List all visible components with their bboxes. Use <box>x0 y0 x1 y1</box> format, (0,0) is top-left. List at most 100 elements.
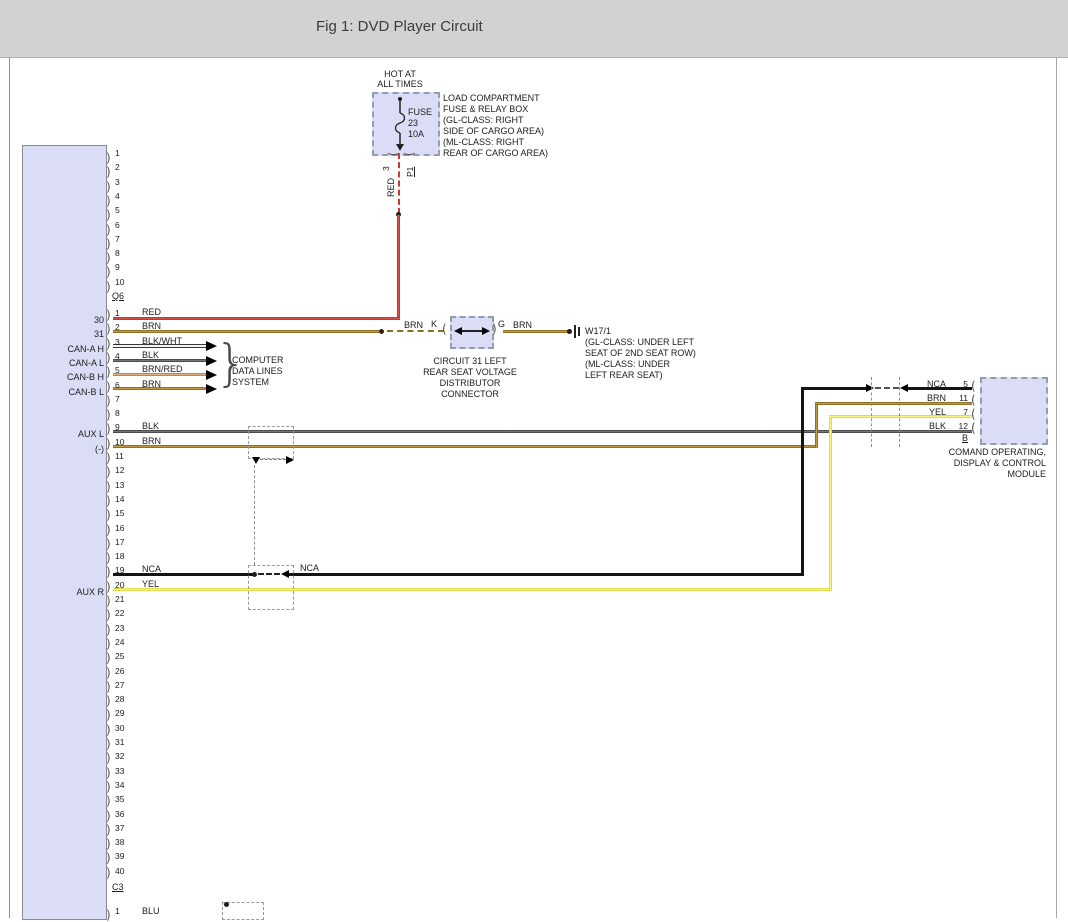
pin-number: 19 <box>115 565 124 575</box>
splice-bar <box>574 325 576 338</box>
pin-arc: ) <box>106 767 111 779</box>
page-title: Fig 1: DVD Player Circuit <box>316 18 483 35</box>
pin-arc: ) <box>106 495 111 507</box>
wire-nca-vertical <box>801 388 804 576</box>
pin-arc: ( <box>971 422 976 434</box>
wire-color-label: BRN <box>142 436 161 447</box>
distributor-pin-in: K <box>431 319 437 330</box>
pin-arc: ) <box>106 638 111 650</box>
pin-number: 1 <box>115 906 120 916</box>
splice-location-line: (ML-CLASS: UNDER <box>585 359 670 370</box>
pin-number: 4 <box>115 351 120 361</box>
shield-dash-vertical <box>254 465 255 565</box>
terminal-label: 31 <box>34 329 104 340</box>
pin-arc: ) <box>106 452 111 464</box>
wire-blk-row4 <box>113 359 206 362</box>
splice-name: W17/1 <box>585 326 611 337</box>
pin-number: 5 <box>115 205 120 215</box>
inline-connector <box>248 565 294 610</box>
terminal-label: CAN-A H <box>34 344 104 355</box>
pin-arc: ) <box>106 409 111 421</box>
pin-number: 9 <box>115 262 120 272</box>
pin-arc: ) <box>106 195 111 207</box>
pin-arc: ) <box>403 152 415 157</box>
pin-arc: ) <box>106 652 111 664</box>
comand-wire-color-label: NCA <box>900 379 946 390</box>
canvas-right-border <box>1056 58 1057 918</box>
pin-number: 9 <box>115 422 120 432</box>
distributor-arrow-left <box>454 327 462 335</box>
comand-pin-number: 5 <box>944 379 968 389</box>
pin-number: 14 <box>115 494 124 504</box>
pin-number: 11 <box>115 451 124 461</box>
pin-number: 22 <box>115 608 124 618</box>
junction-dot <box>379 329 384 334</box>
pin-arc: ) <box>106 224 111 236</box>
pin-arc: ) <box>106 152 111 164</box>
comand-pin-number: 7 <box>944 407 968 417</box>
fuse-pin-number: 3 <box>381 166 391 171</box>
fuse-label: FUSE <box>408 107 432 118</box>
wire-nca-row19-right <box>289 573 804 576</box>
wire-brn-row10 <box>113 445 818 448</box>
fusebox-location-line: (ML-CLASS: RIGHT <box>443 137 524 148</box>
splice-location-line: SEAT OF 2ND SEAT ROW) <box>585 348 696 359</box>
diagram-canvas[interactable] <box>0 58 1068 918</box>
wire-brn-right-label: BRN <box>513 320 532 331</box>
shield-arrow-right <box>286 456 294 464</box>
pin-arc: ) <box>106 423 111 435</box>
wire-red-vertical <box>397 215 400 319</box>
pin-arc: ) <box>106 438 111 450</box>
comand-wire-color-label: BRN <box>900 393 946 404</box>
pin-number: 3 <box>115 177 120 187</box>
wire-color-label: BLU <box>142 906 160 917</box>
pin-arc: ) <box>106 538 111 550</box>
wire-nca-arrow <box>866 384 874 392</box>
fusebox-location-line: (GL-CLASS: RIGHT <box>443 115 524 126</box>
wire-nca-dashed <box>875 387 899 389</box>
pin-arc: ( <box>971 380 976 392</box>
pin-arc: ) <box>106 252 111 264</box>
pin-number: 25 <box>115 651 124 661</box>
pin-number: 2 <box>115 162 120 172</box>
comand-caption-line: DISPLAY & CONTROL <box>896 458 1046 469</box>
pin-arc: ) <box>106 209 111 221</box>
wire-color-label: NCA <box>142 564 161 575</box>
pin-number: 39 <box>115 851 124 861</box>
wire-nca-mid-label: NCA <box>300 563 319 574</box>
pin-number: 7 <box>115 234 120 244</box>
pin-arc: ) <box>106 366 111 378</box>
wire-yel-vertical <box>829 415 832 591</box>
pin-number: 3 <box>115 337 120 347</box>
pin-arc: ) <box>492 323 497 335</box>
fuse-connector-label: P1 <box>405 167 415 177</box>
computer-data-lines-line: SYSTEM <box>232 377 269 388</box>
pin-arc: ) <box>106 238 111 250</box>
pin-number: 6 <box>115 220 120 230</box>
wire-brn-mid-label: BRN <box>404 320 423 331</box>
computer-data-lines-line: COMPUTER <box>232 355 284 366</box>
terminal-label: AUX R <box>34 587 104 598</box>
pin-number: 34 <box>115 780 124 790</box>
pin-arc: ) <box>106 838 111 850</box>
wire-color-label: BRN/RED <box>142 364 183 375</box>
pin-arc: ) <box>106 466 111 478</box>
splice-bar <box>578 327 580 336</box>
pin-arc: ) <box>106 824 111 836</box>
terminal-label: CAN-B H <box>34 372 104 383</box>
wire-color-label: BLK <box>142 350 159 361</box>
splice-dot <box>567 329 572 334</box>
pin-number: 8 <box>115 248 120 258</box>
pin-arc: ) <box>106 266 111 278</box>
pin-arc: ) <box>106 338 111 350</box>
comand-caption-line: MODULE <box>896 469 1046 480</box>
dvd-player-connector-block <box>22 145 107 920</box>
distributor-caption-line: CONNECTOR <box>410 389 530 400</box>
wire-yel-row20 <box>113 588 832 591</box>
terminal-label: CAN-A L <box>34 358 104 369</box>
pin-number: 36 <box>115 809 124 819</box>
pin-number: 13 <box>115 480 124 490</box>
wire-brn-vertical <box>815 402 818 448</box>
pin-number: 16 <box>115 523 124 533</box>
pin-arc: ) <box>106 724 111 736</box>
